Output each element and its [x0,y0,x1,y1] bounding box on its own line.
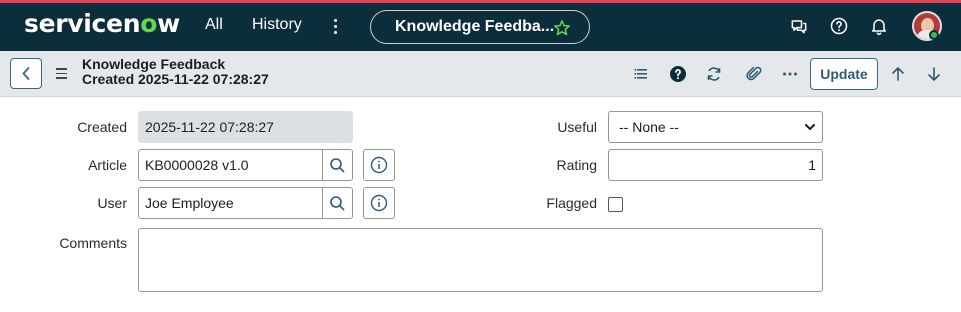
user-info-button[interactable] [363,187,395,219]
article-lookup-button[interactable] [322,149,353,181]
rating-field[interactable]: 1 [608,149,823,181]
update-button[interactable]: Update [810,58,878,90]
form-header: Knowledge Feedback Created 2025-11-22 07… [0,51,961,97]
chat-icon[interactable] [789,16,809,36]
nav-history-menu[interactable]: History [252,16,302,34]
refresh-icon[interactable] [705,65,723,83]
info-icon [370,194,388,212]
chevron-left-icon [22,67,30,80]
article-label: Article [88,157,127,173]
comments-textarea[interactable] [138,228,823,292]
next-record-arrow-down-icon[interactable] [925,65,943,83]
help-icon[interactable] [829,16,849,36]
context-menu-icon[interactable] [56,68,67,82]
nav-all-menu[interactable]: All [205,16,223,34]
top-navbar: servicenow All History Knowledge Feedba.… [0,3,961,51]
favorite-star-icon[interactable] [553,19,571,37]
context-pill-label: Knowledge Feedba... [395,18,555,35]
notifications-bell-icon[interactable] [869,16,889,36]
article-info-button[interactable] [363,149,395,181]
comments-label: Comments [59,235,127,251]
user-lookup-button[interactable] [322,187,353,219]
flagged-checkbox[interactable] [608,197,623,212]
created-field: 2025-11-22 07:28:27 [138,111,353,143]
chevron-down-icon [805,124,815,130]
flagged-label: Flagged [546,195,597,211]
useful-label: Useful [557,119,597,135]
created-label: Created [77,119,127,135]
online-status-icon [929,30,939,40]
help-filled-icon[interactable] [669,65,687,83]
rating-label: Rating [556,157,597,173]
useful-select[interactable]: -- None -- [608,111,823,143]
back-button[interactable] [10,58,42,89]
info-icon [370,156,388,174]
user-label: User [97,195,127,211]
more-menu-icon[interactable] [334,19,338,35]
search-icon [330,158,345,173]
form-title: Knowledge Feedback [82,56,226,72]
list-view-icon[interactable] [633,65,651,83]
context-pill[interactable]: Knowledge Feedba... [370,10,590,44]
article-field[interactable]: KB0000028 v1.0 [138,149,322,181]
user-field[interactable]: Joe Employee [138,187,322,219]
servicenow-logo[interactable]: servicenow [24,9,180,38]
previous-record-arrow-up-icon[interactable] [889,65,907,83]
search-icon [330,196,345,211]
attachment-paperclip-icon[interactable] [745,65,763,83]
form-subtitle: Created 2025-11-22 07:28:27 [82,71,269,87]
more-options-icon[interactable] [781,65,799,83]
useful-selected-value: -- None -- [619,119,679,135]
